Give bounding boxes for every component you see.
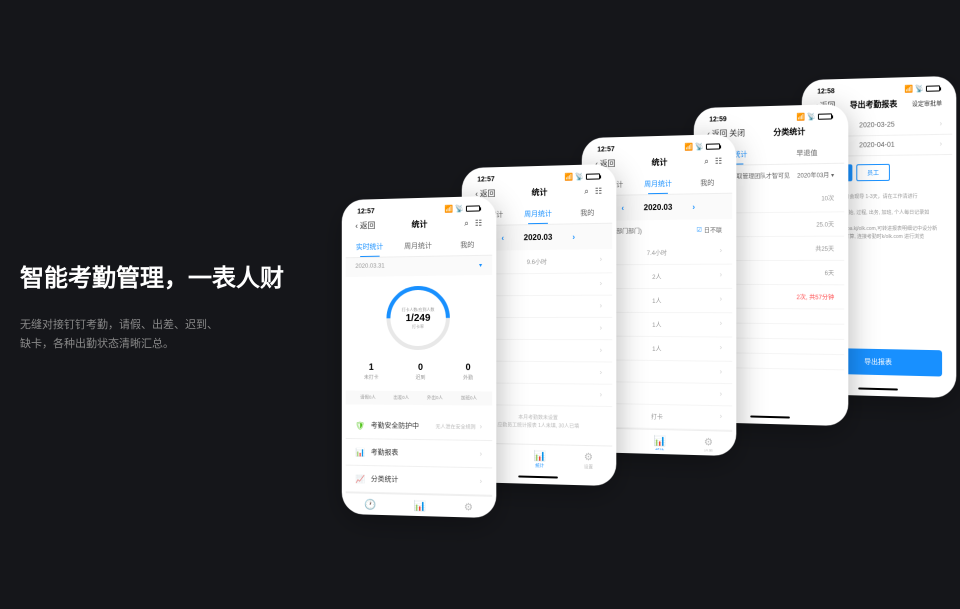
badge: 加班0人 (461, 395, 477, 401)
calendar-icon[interactable]: ☷ (475, 218, 482, 228)
tab-monthly[interactable]: 周月统计 (394, 235, 443, 256)
page-title: 统计 (495, 186, 584, 199)
page-title: 统计 (375, 218, 464, 231)
gear-icon: ⚙ (584, 452, 593, 463)
battery-icon (586, 173, 600, 179)
stat-item[interactable]: 0外勤 (463, 362, 473, 381)
nav-clock[interactable]: 🕐打卡 (364, 500, 376, 514)
calendar-icon[interactable]: ☷ (595, 186, 602, 196)
chart-icon: 📊 (414, 501, 426, 512)
subtext: 无缝对接钉钉考勤，请假、出差、迟到、 缺卡，各种出勤状态清晰汇总。 (20, 316, 284, 356)
prev-month[interactable]: ‹ (621, 204, 624, 213)
view-toggle[interactable]: ☑日不联 (696, 225, 722, 234)
nav-stats[interactable]: 📊统计 (414, 501, 426, 514)
shield-icon: 🛡 (355, 420, 365, 430)
nav-stats[interactable]: 📊统计 (654, 436, 666, 452)
prev-month[interactable]: ‹ (501, 234, 504, 243)
toggle-employee[interactable]: 员工 (856, 164, 890, 181)
settings-link[interactable]: 设定审批单 (912, 98, 942, 108)
stat-item[interactable]: 1未打卡 (364, 362, 379, 381)
battery-icon (818, 113, 832, 119)
next-month[interactable]: › (572, 232, 575, 241)
wifi-icon: 📡 (915, 85, 924, 93)
battery-icon (466, 205, 480, 211)
calendar-icon[interactable]: ☷ (715, 156, 722, 166)
search-icon[interactable]: ⌕ (704, 156, 709, 166)
back-button[interactable]: ‹返回 (355, 220, 375, 231)
signal-icon: 📶 (564, 173, 573, 181)
signal-icon: 📶 (904, 85, 913, 93)
nav-settings[interactable]: ⚙设置 (464, 502, 473, 514)
month-label: 2020.03 (524, 233, 553, 242)
chevron-right-icon: › (480, 423, 482, 430)
list-item-security[interactable]: 🛡考勤安全防护中无人泄在安全规则› (346, 412, 493, 441)
search-icon[interactable]: ⌕ (464, 218, 469, 228)
page-title: 分类统计 (745, 125, 834, 138)
tab-monthly[interactable]: 周月统计 (634, 173, 683, 194)
page-title: 统计 (615, 156, 704, 169)
nav-settings[interactable]: ⚙设置 (704, 437, 713, 452)
home-indicator (518, 475, 558, 479)
tabs: 实时统计 周月统计 我的 (346, 234, 493, 258)
tab-mine[interactable]: 我的 (443, 234, 493, 255)
nav-stats[interactable]: 📊统计 (534, 450, 546, 468)
wifi-icon: 📡 (695, 143, 704, 151)
chevron-down-icon[interactable]: ▾ (479, 262, 482, 269)
chevron-right-icon: › (480, 478, 482, 485)
stat-item[interactable]: 0迟到 (415, 362, 425, 381)
badge: 请假0人 (360, 395, 376, 401)
month-label: 2020.03 (644, 203, 673, 212)
battery-icon (926, 85, 940, 91)
nav-settings[interactable]: ⚙设置 (584, 452, 593, 470)
chevron-left-icon: ‹ (355, 221, 358, 230)
month-selector[interactable]: 2020年03月 ▾ (797, 170, 834, 180)
home-indicator (750, 415, 790, 419)
wifi-icon: 📡 (807, 113, 816, 121)
chart-icon: 📊 (534, 450, 546, 461)
badge: 出差0人 (393, 395, 409, 401)
search-icon[interactable]: ⌕ (584, 186, 589, 196)
signal-icon: 📶 (684, 143, 693, 151)
stats-icon: 📈 (355, 474, 365, 484)
headline: 智能考勤管理，一表人财 (20, 262, 284, 296)
chart-icon: 📊 (654, 436, 666, 447)
clock-icon: 🕐 (364, 500, 376, 511)
list-item-category[interactable]: 📈分类统计› (346, 466, 493, 496)
tab-early[interactable]: 早退值 (770, 142, 844, 164)
gear-icon: ⚙ (704, 437, 713, 448)
attendance-chart: 打卡人数/应到人数 1/249 打卡率 (386, 286, 449, 350)
signal-icon: 📶 (444, 205, 453, 213)
tab-monthly[interactable]: 周月统计 (514, 203, 563, 224)
tab-realtime[interactable]: 实时统计 (346, 237, 394, 258)
signal-icon: 📶 (796, 113, 805, 121)
next-month[interactable]: › (692, 202, 695, 211)
battery-icon (706, 143, 720, 149)
tab-mine[interactable]: 我的 (563, 202, 613, 223)
home-indicator (858, 387, 898, 391)
badge: 外出0人 (427, 395, 443, 401)
tab-mine[interactable]: 我的 (683, 172, 733, 193)
wifi-icon: 📡 (575, 173, 584, 181)
date-label: 2020.03.31 (355, 264, 384, 271)
chart-icon: 📊 (355, 447, 365, 457)
page-title: 导出考勤报表 (835, 98, 911, 111)
chevron-right-icon: › (480, 451, 482, 458)
phone-1: 12:57 📶📡 ‹返回 统计 ⌕☷ 实时统计 周月统计 我的 2020.03.… (342, 196, 497, 518)
gear-icon: ⚙ (464, 502, 473, 513)
wifi-icon: 📡 (455, 205, 464, 213)
list-item-report[interactable]: 📊考勤报表› (346, 439, 493, 468)
